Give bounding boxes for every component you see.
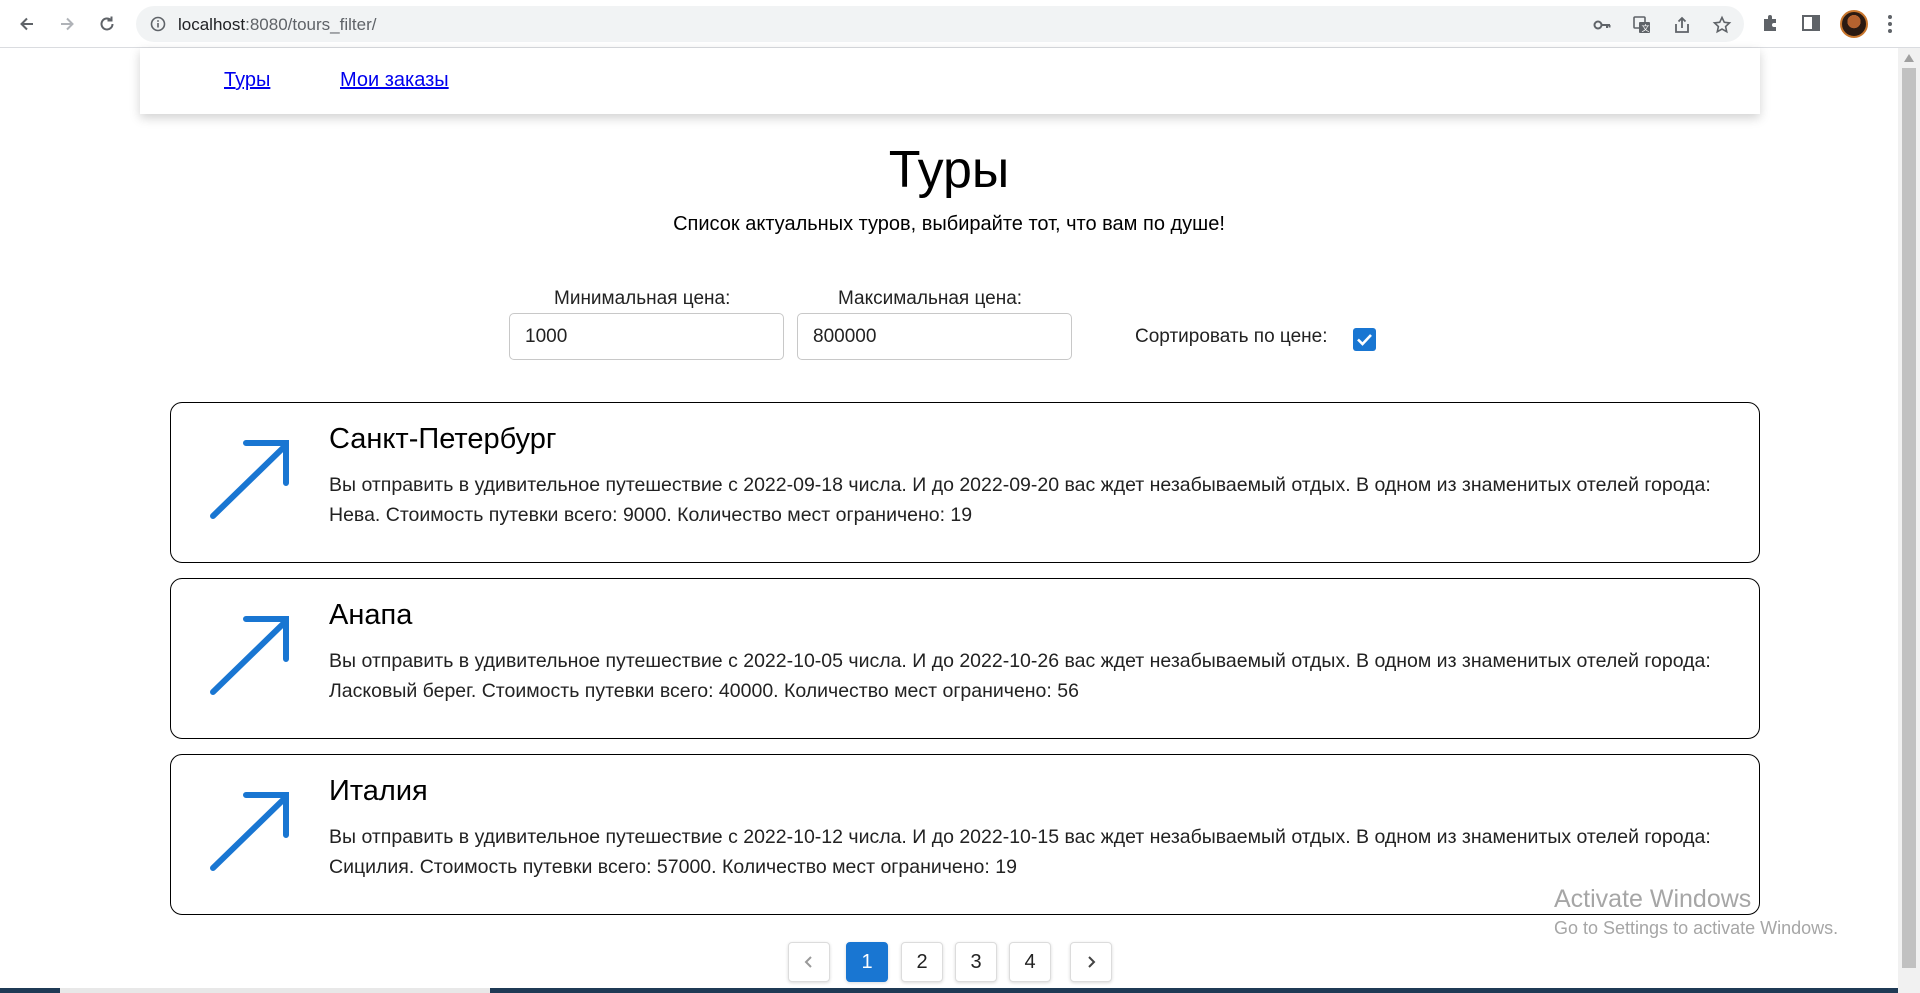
- arrow-up-right-icon: [210, 792, 289, 871]
- scrollbar-thumb[interactable]: [1902, 68, 1916, 968]
- info-icon: [150, 16, 166, 32]
- arrow-up-right-icon: [210, 440, 289, 519]
- min-price-label: Минимальная цена:: [554, 288, 731, 309]
- checkmark-icon: [1357, 334, 1372, 346]
- tour-card[interactable]: Санкт-Петербург Вы отправить в удивитель…: [170, 402, 1760, 563]
- url-host: localhost: [178, 15, 246, 34]
- profile-avatar[interactable]: [1840, 10, 1868, 38]
- page-title: Туры: [888, 141, 1010, 199]
- bookmark-star-icon[interactable]: [1712, 15, 1732, 35]
- url-path: :8080/tours_filter/: [245, 15, 377, 34]
- tour-description: Вы отправить в удивительное путешествие …: [329, 826, 1711, 878]
- pagination-next-button[interactable]: [1070, 942, 1112, 982]
- chevron-right-icon: [1088, 956, 1096, 968]
- svg-text:文: 文: [1642, 23, 1650, 33]
- arrow-right-icon: [61, 17, 74, 31]
- pagination-page-2[interactable]: 2: [901, 942, 943, 982]
- extensions-puzzle-icon[interactable]: [1760, 12, 1782, 34]
- tour-name: Италия: [329, 775, 428, 807]
- pagination-prev-button[interactable]: [788, 942, 830, 982]
- forward-button[interactable]: [49, 8, 85, 40]
- reload-icon: [100, 16, 114, 31]
- tour-name: Анапа: [329, 599, 413, 631]
- scroll-up-arrow-icon[interactable]: [1904, 54, 1914, 62]
- max-price-input[interactable]: [797, 313, 1072, 360]
- chevron-left-icon: [804, 956, 812, 968]
- activate-windows-subtitle: Go to Settings to activate Windows.: [1554, 918, 1839, 938]
- arrow-up-right-icon: [210, 616, 289, 695]
- taskbar-edge-dark: [490, 988, 1898, 993]
- max-price-label: Максимальная цена:: [838, 288, 1023, 309]
- pagination-page-4[interactable]: 4: [1009, 942, 1051, 982]
- nav-link-tours[interactable]: Туры: [224, 69, 270, 92]
- pagination-page-1[interactable]: 1: [846, 942, 888, 982]
- site-header: Туры Мои заказы: [140, 48, 1760, 114]
- taskbar-edge-dark: [0, 988, 60, 993]
- menu-kebab-icon[interactable]: [1886, 12, 1894, 36]
- sort-by-price-checkbox[interactable]: [1353, 328, 1376, 351]
- translate-icon[interactable]: 文: [1632, 15, 1652, 35]
- tour-card[interactable]: Анапа Вы отправить в удивительное путеше…: [170, 578, 1760, 739]
- browser-toolbar: localhost:8080/tours_filter/ 文: [0, 0, 1920, 48]
- activate-windows-title: Activate Windows: [1554, 885, 1752, 913]
- reload-button[interactable]: [89, 8, 125, 40]
- tour-card[interactable]: Италия Вы отправить в удивительное путеш…: [170, 754, 1760, 915]
- nav-link-my-orders[interactable]: Мои заказы: [340, 69, 449, 92]
- share-icon[interactable]: [1672, 15, 1692, 35]
- page-subtitle: Список актуальных туров, выбирайте тот, …: [673, 213, 1225, 235]
- tour-description: Вы отправить в удивительное путешествие …: [329, 474, 1711, 526]
- min-price-input[interactable]: [509, 313, 784, 360]
- back-button[interactable]: [9, 8, 45, 40]
- url-text: localhost:8080/tours_filter/: [178, 15, 376, 35]
- tour-description: Вы отправить в удивительное путешествие …: [329, 650, 1711, 702]
- arrow-left-icon: [20, 17, 33, 31]
- sort-by-price-label: Сортировать по цене:: [1135, 326, 1328, 347]
- side-panel-icon[interactable]: [1800, 12, 1822, 34]
- tour-name: Санкт-Петербург: [329, 423, 557, 455]
- pagination-page-3[interactable]: 3: [955, 942, 997, 982]
- address-bar[interactable]: localhost:8080/tours_filter/ 文: [136, 6, 1744, 42]
- key-icon[interactable]: [1592, 15, 1612, 35]
